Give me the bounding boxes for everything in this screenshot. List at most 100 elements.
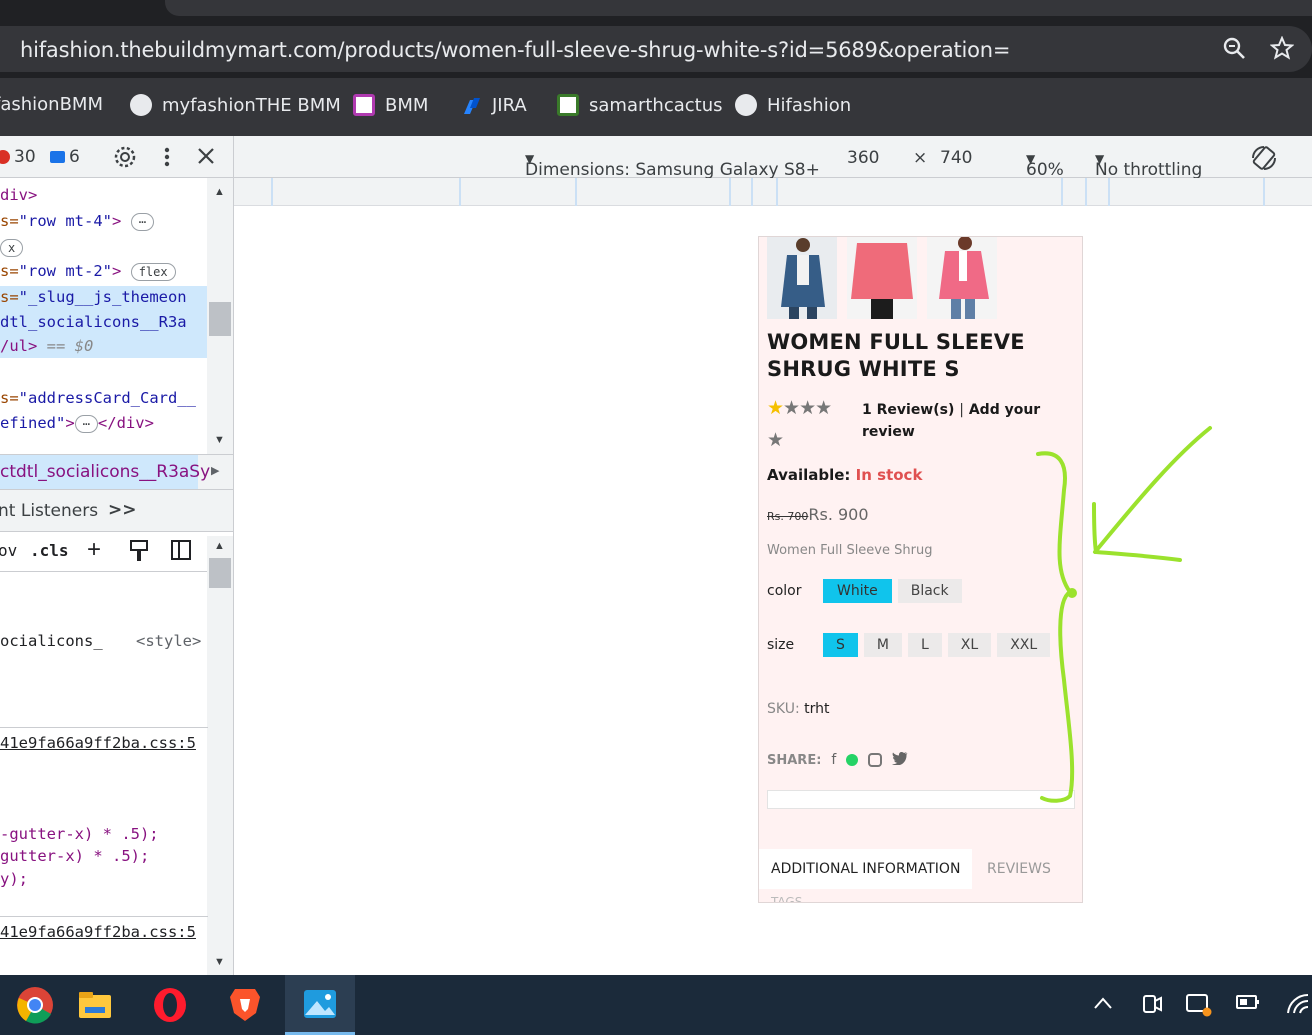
reviews-count-link[interactable]: 1 Review(s): [862, 402, 954, 418]
product-thumbnail[interactable]: [767, 237, 837, 319]
dom-line-selected[interactable]: /ul> == $0: [0, 337, 93, 355]
size-option-s[interactable]: S: [823, 633, 858, 657]
zoom-select[interactable]: 60% ▼: [1026, 148, 1064, 180]
battery-icon[interactable]: [1236, 993, 1260, 1016]
styles-scrollbar[interactable]: ▲ ▼: [207, 536, 233, 975]
paint-brush-icon[interactable]: [130, 540, 148, 567]
css-file-link[interactable]: 41e9fa66a9ff2ba.css:5: [0, 923, 196, 941]
vpn-icon[interactable]: [1186, 993, 1212, 1023]
scroll-up-icon[interactable]: ▲: [214, 540, 225, 552]
rotate-icon[interactable]: [1250, 144, 1278, 177]
browser-toolbar: hifashion.thebuildmymart.com/products/wo…: [0, 22, 1312, 78]
device-select[interactable]: Dimensions: Samsung Galaxy S8+ ▼: [525, 148, 820, 180]
tab-reviews[interactable]: REVIEWS: [975, 849, 1063, 889]
scroll-up-icon[interactable]: ▲: [214, 186, 225, 198]
file-explorer-taskbar-icon[interactable]: [60, 975, 130, 1035]
tags-heading: TAGS: [771, 895, 803, 903]
css-declaration[interactable]: y);: [0, 870, 28, 888]
scroll-thumb[interactable]: [209, 302, 231, 336]
size-option-l[interactable]: L: [907, 633, 942, 657]
breadcrumb: ctdtl_socialicons__R3aSy ▶: [0, 454, 233, 490]
dom-line[interactable]: s="row mt-2"> flex: [0, 262, 176, 281]
sku: SKU: trht: [767, 701, 829, 717]
bookmark-label: samarthcactus: [589, 94, 723, 116]
whatsapp-icon[interactable]: [846, 754, 859, 766]
css-declaration[interactable]: gutter-x) * .5);: [0, 847, 149, 865]
scroll-thumb[interactable]: [209, 558, 231, 588]
more-tabs-icon[interactable]: >>: [108, 500, 137, 520]
sidebar-toggle-icon[interactable]: [171, 540, 191, 565]
scroll-down-icon[interactable]: ▼: [214, 434, 225, 446]
scroll-down-icon[interactable]: ▼: [214, 956, 225, 968]
media-query-ruler[interactable]: [234, 178, 1312, 206]
color-option-white[interactable]: White: [823, 579, 892, 603]
brave-taskbar-icon[interactable]: [210, 975, 280, 1035]
star-filled-icon: ★: [767, 397, 784, 419]
tab-event-listeners[interactable]: nt Listeners: [0, 501, 98, 521]
ellipsis-badge[interactable]: ⋯: [130, 212, 154, 231]
device-toolbar: Dimensions: Samsung Galaxy S8+ ▼ 360 × 7…: [234, 136, 1312, 180]
size-option-xl[interactable]: XL: [947, 633, 992, 657]
address-bar[interactable]: hifashion.thebuildmymart.com/products/wo…: [0, 26, 1312, 72]
color-option-black[interactable]: Black: [897, 579, 962, 603]
dom-line[interactable]: div>: [0, 186, 37, 204]
sku-label: SKU:: [767, 701, 800, 717]
css-file-link[interactable]: 41e9fa66a9ff2ba.css:5: [0, 734, 196, 752]
settings-gear-icon[interactable]: [113, 145, 137, 174]
dom-line[interactable]: s="addressCard_Card__: [0, 389, 196, 407]
dom-line-selected[interactable]: s="_slug__js_themeon: [0, 288, 187, 306]
chevron-up-icon[interactable]: [1093, 993, 1113, 1016]
height-input[interactable]: 740: [940, 148, 972, 168]
more-options-icon[interactable]: [163, 146, 171, 173]
bookmark-item[interactable]: myfashionTHE BMM: [130, 94, 341, 116]
wifi-icon[interactable]: [1286, 993, 1310, 1021]
star-empty-icon: ★: [815, 397, 832, 419]
product-thumbnail[interactable]: [927, 237, 997, 319]
close-icon[interactable]: [197, 147, 215, 170]
browser-tab[interactable]: [165, 0, 1312, 16]
bookmark-item[interactable]: JIRA: [460, 94, 527, 116]
rating-stars[interactable]: ★★★★: [767, 397, 832, 419]
throttling-select[interactable]: No throttling ▼: [1095, 148, 1202, 180]
twitter-icon[interactable]: [892, 751, 908, 769]
annotation-markup: [1036, 426, 1212, 803]
url-text[interactable]: hifashion.thebuildmymart.com/products/wo…: [20, 38, 1011, 62]
dom-line-selected[interactable]: dtl_socialicons__R3a: [0, 313, 187, 331]
bookmark-item[interactable]: BMM: [353, 94, 428, 116]
hov-toggle[interactable]: ov: [0, 541, 17, 560]
dom-line[interactable]: efined"> ⋯ </div>: [0, 414, 154, 433]
tab-additional-information[interactable]: ADDITIONAL INFORMATION: [759, 849, 973, 889]
elements-scrollbar[interactable]: ▲ ▼: [207, 178, 233, 454]
dom-line[interactable]: s="row mt-4"> ⋯: [0, 212, 154, 231]
size-option-m[interactable]: M: [863, 633, 902, 657]
badge[interactable]: x: [0, 238, 24, 257]
breadcrumb-selected[interactable]: ctdtl_socialicons__R3aSy: [0, 455, 210, 489]
zoom-search-icon[interactable]: [1222, 36, 1246, 65]
flex-badge[interactable]: flex: [130, 262, 176, 281]
error-counter[interactable]: 30: [0, 147, 36, 167]
bookmark-item[interactable]: Hifashion: [735, 94, 851, 116]
css-source-link[interactable]: <style>: [136, 632, 201, 650]
share-row: SHARE: f: [767, 751, 908, 769]
dom-line[interactable]: x: [0, 238, 24, 257]
jira-icon: [460, 94, 482, 116]
breadcrumb-next-icon[interactable]: ▶: [211, 464, 219, 477]
cls-toggle[interactable]: .cls: [30, 541, 69, 560]
photos-taskbar-icon[interactable]: [285, 975, 355, 1035]
ellipsis-badge[interactable]: ⋯: [74, 414, 98, 433]
instagram-icon[interactable]: [868, 753, 883, 767]
css-selector[interactable]: ocialicons_: [0, 632, 103, 650]
divider: [0, 727, 208, 728]
add-rule-icon[interactable]: +: [87, 536, 101, 564]
bookmark-star-icon[interactable]: [1269, 35, 1295, 65]
message-counter[interactable]: 6: [50, 147, 80, 167]
facebook-icon[interactable]: f: [831, 752, 836, 768]
css-declaration[interactable]: -gutter-x) * .5);: [0, 825, 159, 843]
width-input[interactable]: 360: [847, 148, 879, 168]
meet-now-icon[interactable]: [1142, 993, 1162, 1021]
opera-taskbar-icon[interactable]: [135, 975, 205, 1035]
bookmark-item[interactable]: fashionBMM: [0, 94, 103, 115]
product-thumbnail[interactable]: [847, 237, 917, 319]
bookmark-item[interactable]: samarthcactus: [557, 94, 723, 116]
devtools-topbar: 30 6: [0, 136, 233, 178]
